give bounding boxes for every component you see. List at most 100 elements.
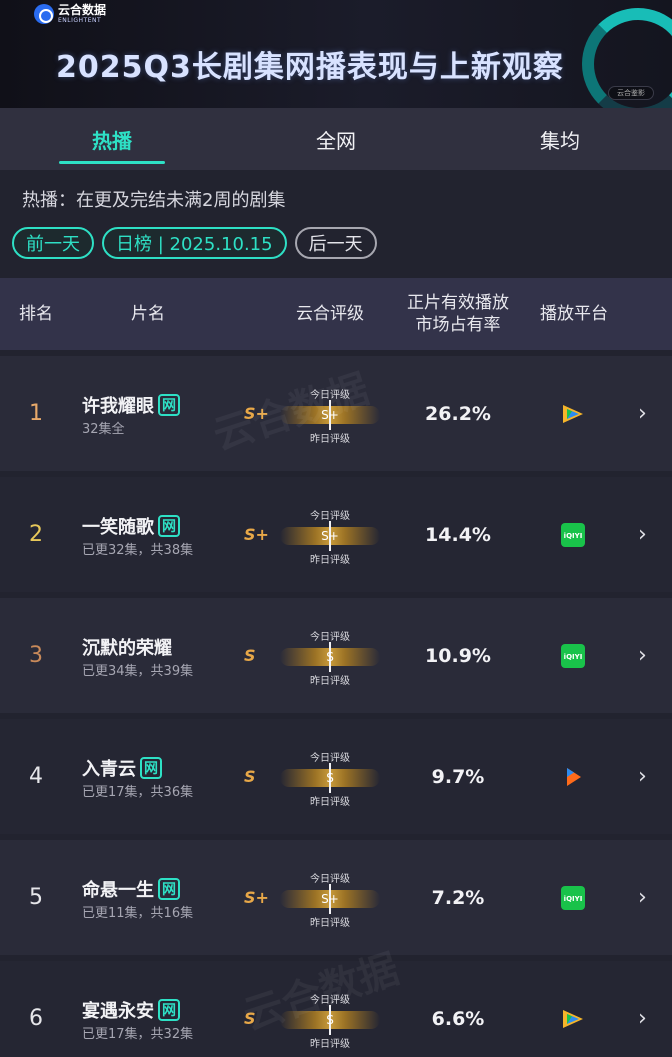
chevron-right-icon[interactable]: › [638,477,647,592]
today-grade-label: 今日评级 [310,753,350,764]
grade-label: S+ [244,888,269,907]
drama-title[interactable]: 入青云 [82,755,136,781]
market-share: 26.2% [425,402,491,425]
date-controls: 前一天 日榜 | 2025.10.15 后一天 [12,227,377,259]
iqiyi-icon[interactable]: iQIYI [560,885,586,911]
today-grade-label: 今日评级 [310,874,350,885]
episode-status: 已更34集，共39集 [82,664,194,679]
episode-status: 已更17集，共36集 [82,785,194,800]
episode-status: 已更32集，共38集 [82,543,194,558]
header-rank: 排名 [19,304,53,324]
yesterday-grade-label: 昨日评级 [310,918,350,929]
header-banner: 云合数据 ENLIGHTENT 2025Q3长剧集网播表现与上新观察 云合鉴影 [0,0,672,108]
market-share: 6.6% [431,1007,485,1030]
table-row[interactable]: 2 一笑随歌网已更32集，共38集 S+ 今日评级 S+ 昨日评级 14.4% iQIYI › [0,477,672,592]
table-row[interactable]: 6 宴遇永安网已更17集，共32集 S 今日评级 S 昨日评级 6.6% › [0,961,672,1057]
episode-status: 已更11集，共16集 [82,906,194,921]
banner-badge[interactable]: 云合鉴影 [608,86,654,100]
drama-title[interactable]: 宴遇永安 [82,997,154,1023]
today-grade-label: 今日评级 [310,511,350,522]
grade-bar-value: S+ [321,408,339,422]
tab-all-network[interactable]: 全网 [224,108,448,170]
rank-number: 2 [29,522,43,547]
logo-icon [34,4,54,24]
yesterday-grade-label: 昨日评级 [310,1039,350,1050]
tencent-video-icon[interactable] [560,401,586,427]
grade-gauge: 今日评级 S+ 昨日评级 [278,870,382,929]
rank-number: 1 [29,401,43,426]
chevron-right-icon[interactable]: › [638,840,647,955]
youku-icon[interactable] [560,764,586,790]
today-grade-label: 今日评级 [310,632,350,643]
header-platform: 播放平台 [540,304,608,324]
market-share: 7.2% [431,886,485,909]
grade-label: S [244,646,256,665]
yesterday-grade-label: 昨日评级 [310,434,350,445]
tab-hot[interactable]: 热播 [0,108,224,170]
web-drama-badge: 网 [158,515,180,537]
title-block: 许我耀眼网 32集全 [82,392,232,438]
prev-day-button[interactable]: 前一天 [12,227,94,259]
chevron-right-icon[interactable]: › [638,719,647,834]
table-row[interactable]: 3 沉默的荣耀已更34集，共39集 S 今日评级 S 昨日评级 10.9% iQIYI › [0,598,672,713]
logo-subname: ENLIGHTENT [58,17,102,24]
list-description: 热播：在更及完结未满2周的剧集 [22,190,286,211]
rank-number: 3 [29,643,43,668]
header-share-line2: 市场占有率 [415,315,501,335]
grade-label: S [244,767,256,786]
today-grade-label: 今日评级 [310,390,350,401]
grade-gauge: 今日评级 S 昨日评级 [278,991,382,1050]
yesterday-grade-label: 昨日评级 [310,797,350,808]
svg-text:iQIYI: iQIYI [564,653,583,661]
yesterday-grade-label: 昨日评级 [310,555,350,566]
yesterday-grade-label: 昨日评级 [310,676,350,687]
grade-label: S+ [244,404,269,423]
iqiyi-icon[interactable]: iQIYI [560,643,586,669]
title-block: 沉默的荣耀已更34集，共39集 [82,634,232,680]
table-row[interactable]: 1 许我耀眼网 32集全 S+ 今日评级 S+ 昨日评级 26.2% › [0,356,672,471]
episode-status: 32集全 [82,422,125,437]
tab-per-episode[interactable]: 集均 [448,108,672,170]
chevron-right-icon[interactable]: › [638,598,647,713]
market-share: 10.9% [425,644,491,667]
logo-name: 云合数据 [58,3,107,17]
title-block: 宴遇永安网已更17集，共32集 [82,997,232,1043]
drama-title[interactable]: 一笑随歌 [82,513,154,539]
drama-title[interactable]: 沉默的荣耀 [82,634,172,660]
drama-title[interactable]: 命悬一生 [82,876,154,902]
web-drama-badge: 网 [158,999,180,1021]
market-share: 9.7% [431,765,485,788]
chevron-right-icon[interactable]: › [638,961,647,1057]
table-row[interactable]: 5 命悬一生网已更11集，共16集 S+ 今日评级 S+ 昨日评级 7.2% iQIYI › [0,840,672,955]
brand-logo: 云合数据 ENLIGHTENT [34,4,106,24]
current-date-button[interactable]: 日榜 | 2025.10.15 [102,227,287,259]
grade-gauge: 今日评级 S 昨日评级 [278,628,382,687]
rank-number: 4 [29,764,43,789]
svg-text:iQIYI: iQIYI [564,895,583,903]
grade-label: S [244,1009,256,1028]
title-block: 入青云网已更17集，共36集 [82,755,232,801]
grade-bar-value: S+ [321,529,339,543]
ranking-list: 1 许我耀眼网 32集全 S+ 今日评级 S+ 昨日评级 26.2% › 2 一笑随歌网已更32集，… [0,356,672,1057]
grade-gauge: 今日评级 S+ 昨日评级 [278,507,382,566]
grade-gauge: 今日评级 S 昨日评级 [278,749,382,808]
banner-title: 2025Q3长剧集网播表现与上新观察 [56,50,564,85]
today-grade-label: 今日评级 [310,995,350,1006]
title-block: 一笑随歌网已更32集，共38集 [82,513,232,559]
table-row[interactable]: 4 入青云网已更17集，共36集 S 今日评级 S 昨日评级 9.7% › [0,719,672,834]
grade-bar-value: S+ [321,892,339,906]
chevron-right-icon[interactable]: › [638,356,647,471]
next-day-button[interactable]: 后一天 [294,227,377,259]
web-drama-badge: 网 [140,757,162,779]
tencent-video-icon[interactable] [560,1006,586,1032]
header-title: 片名 [131,304,165,324]
drama-title[interactable]: 许我耀眼 [82,392,154,418]
rank-number: 6 [29,1006,43,1031]
rank-number: 5 [29,885,43,910]
web-drama-badge: 网 [158,394,180,416]
header-share: 正片有效播放 市场占有率 [402,292,514,336]
iqiyi-icon[interactable]: iQIYI [560,522,586,548]
grade-bar-value: S [326,1013,334,1027]
market-share: 14.4% [425,523,491,546]
grade-gauge: 今日评级 S+ 昨日评级 [278,386,382,445]
